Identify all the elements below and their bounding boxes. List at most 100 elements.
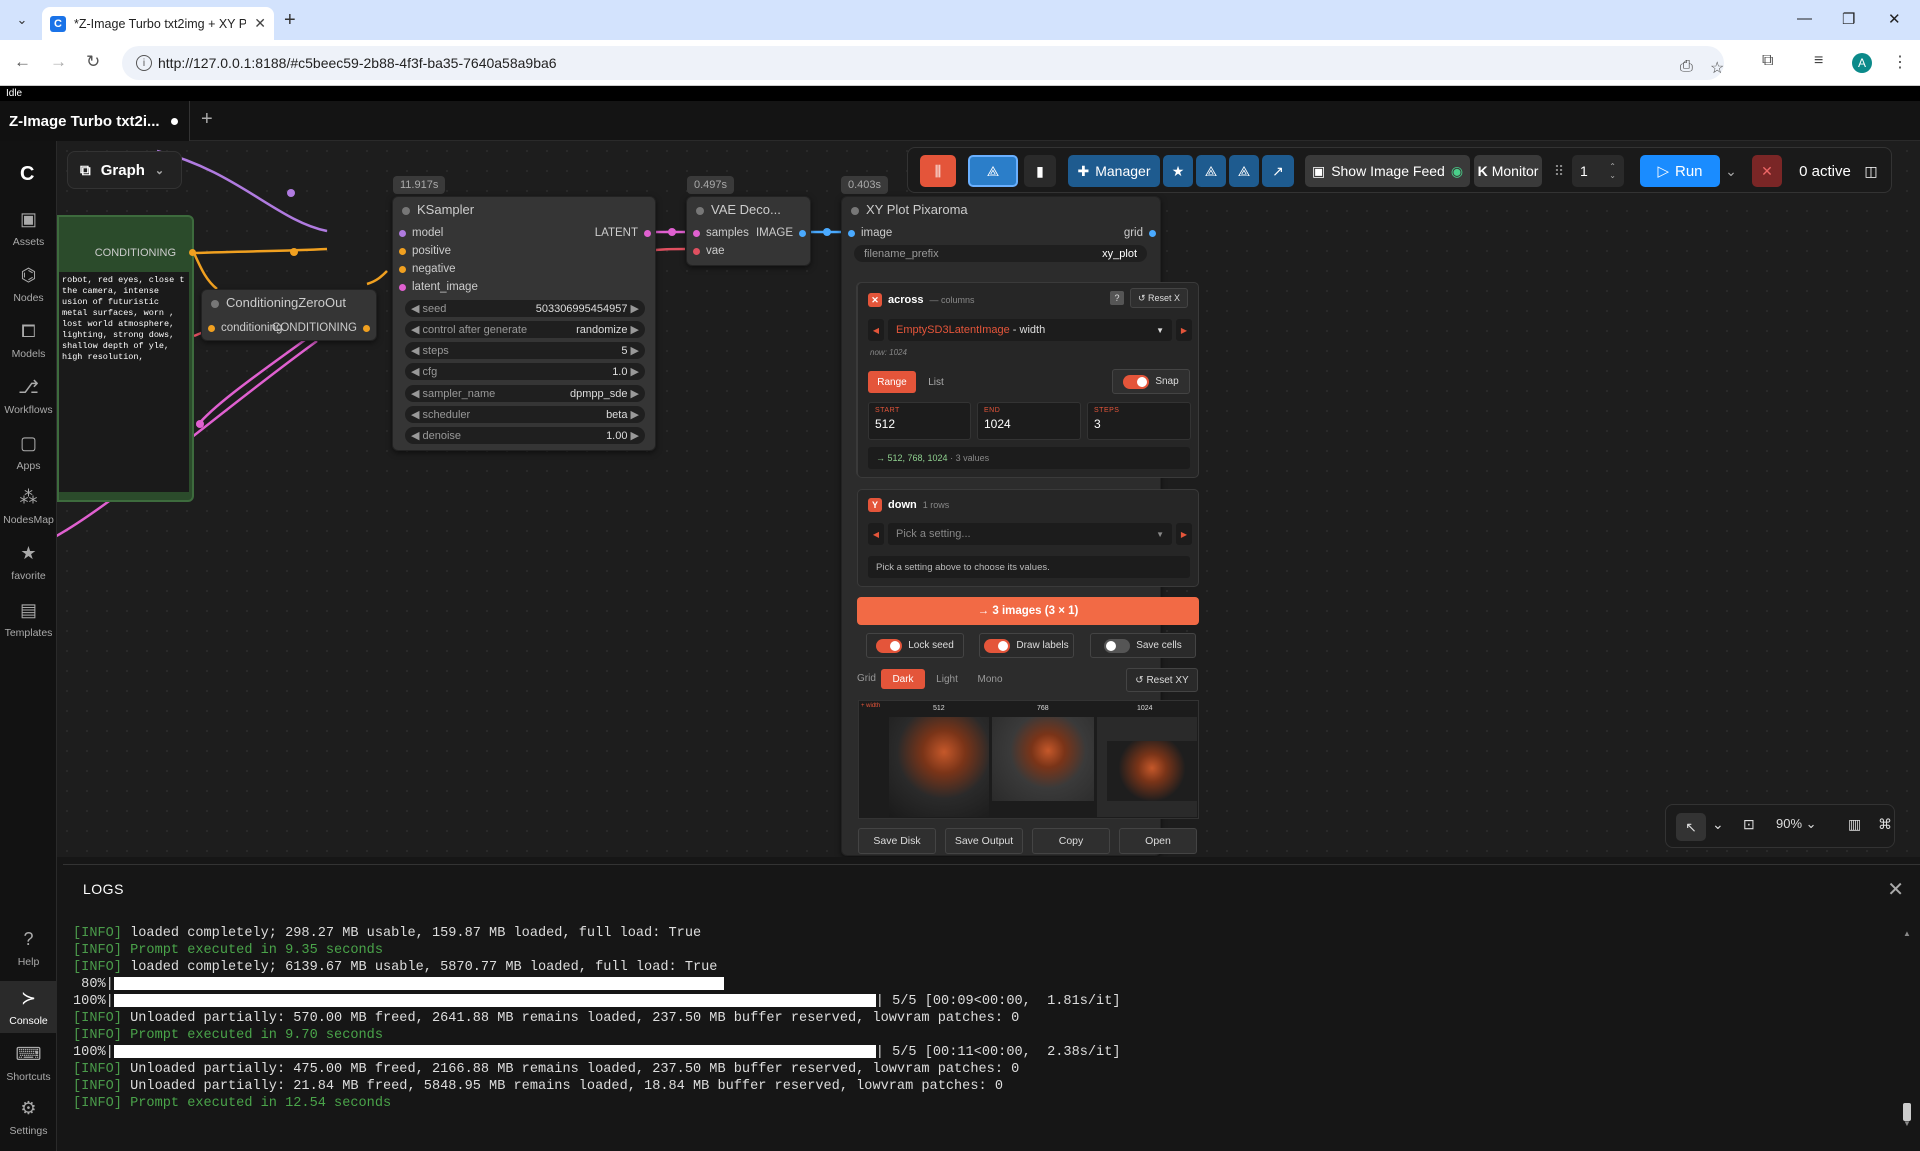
scheduler-widget[interactable]: ◀ scheduler beta ▶ [405, 406, 645, 423]
prev-setting-icon[interactable]: ◀ [868, 523, 884, 545]
help-icon[interactable]: ? [1110, 291, 1124, 305]
install-app-icon[interactable]: ⎙ [1680, 58, 1693, 76]
link-visibility-icon[interactable]: ⌘ [1878, 816, 1892, 833]
lock-seed-switch[interactable] [876, 638, 903, 653]
sidebar-item-assets[interactable]: ▣ Assets [0, 209, 57, 248]
bookmark-icon[interactable]: ▮ [1024, 155, 1056, 187]
sidebar-item-help[interactable]: ? Help [0, 929, 57, 968]
down-setting-select[interactable]: Pick a setting... ▼ [888, 523, 1172, 545]
copy-button[interactable]: Copy [1032, 828, 1110, 854]
sidebar-item-workflows[interactable]: ⎇ Workflows [0, 377, 57, 416]
monitor-button[interactable]: K Monitor [1474, 155, 1542, 187]
image-output-slot[interactable]: IMAGE [756, 227, 806, 239]
range-mode-button[interactable]: Range [868, 371, 916, 393]
steps-field[interactable]: STEPS3 [1087, 402, 1191, 440]
star-icon[interactable]: ★ [1163, 155, 1193, 187]
sidebar-item-nodesmap[interactable]: ⁂ NodesMap [0, 487, 57, 526]
bookmark-star-icon[interactable]: ☆ [1710, 58, 1724, 78]
snap-toggle[interactable]: Snap [1112, 369, 1190, 394]
media-icon[interactable]: ≡ [1814, 52, 1823, 70]
sampler-name-widget[interactable]: ◀ sampler_name dpmpp_sde ▶ [405, 385, 645, 402]
close-window-icon[interactable]: ✕ [1888, 10, 1901, 28]
reset-xy-button[interactable]: ↺ Reset XY [1126, 668, 1198, 692]
close-tab-icon[interactable]: ✕ [254, 15, 266, 32]
graph-menu-button[interactable]: ⧉ Graph ⌄ [67, 151, 182, 189]
sidebar-item-nodes[interactable]: ⌬ Nodes [0, 265, 57, 304]
translate-alt-icon[interactable]: ⟁ [1229, 155, 1259, 187]
browser-menu-icon[interactable]: ⋮ [1892, 52, 1908, 72]
draw-labels-switch[interactable] [984, 638, 1011, 653]
conditioning-zero-out-node[interactable]: ConditioningZeroOut conditioning CONDITI… [201, 289, 377, 341]
next-setting-icon[interactable]: ▶ [1176, 523, 1192, 545]
prev-setting-icon[interactable]: ◀ [868, 319, 884, 341]
latent-output-slot[interactable]: LATENT [595, 227, 651, 239]
save-disk-button[interactable]: Save Disk [858, 828, 936, 854]
pointer-icon[interactable]: ↖ [1676, 813, 1706, 841]
latent-input-slot[interactable]: latent_image [399, 281, 478, 293]
denoise-widget[interactable]: ◀ denoise 1.00 ▶ [405, 427, 645, 444]
sidebar-item-favorite[interactable]: ★ favorite [0, 543, 57, 582]
save-cells-toggle[interactable]: Save cells [1090, 633, 1196, 658]
minimize-icon[interactable]: — [1797, 10, 1812, 27]
show-image-feed-button[interactable]: ▣ Show Image Feed ◉ [1305, 155, 1470, 187]
sidebar-item-models[interactable]: ⧠ Models [0, 321, 57, 360]
conditioning-output-dot[interactable] [189, 249, 196, 256]
extensions-icon[interactable]: ⧉ [1762, 52, 1773, 70]
log-output[interactable]: [INFO] loaded completely; 298.27 MB usab… [73, 925, 1893, 1112]
snap-switch[interactable] [1123, 374, 1150, 389]
translate-icon[interactable]: ⟁ [1196, 155, 1226, 187]
restore-icon[interactable]: ❐ [1842, 10, 1855, 28]
next-setting-icon[interactable]: ▶ [1176, 319, 1192, 341]
prompt-textarea[interactable]: robot, red eyes, close t the camera, int… [59, 272, 189, 492]
sidebar-item-settings[interactable]: ⚙ Settings [0, 1098, 57, 1137]
steps-widget[interactable]: ◀ steps 5 ▶ [405, 342, 645, 359]
back-icon[interactable]: ← [14, 52, 31, 72]
lock-seed-toggle[interactable]: Lock seed [866, 633, 964, 658]
grid-output-slot[interactable]: grid [1124, 227, 1156, 239]
active-queue-button[interactable]: 0 active [1790, 155, 1860, 187]
image-input-slot[interactable]: image [848, 227, 892, 239]
forward-icon[interactable]: → [50, 52, 67, 72]
site-info-icon[interactable]: i [136, 55, 152, 71]
sidebar-item-apps[interactable]: ▢ Apps [0, 433, 57, 472]
workflow-tab[interactable]: Z-Image Turbo txt2i... [0, 101, 190, 141]
profile-avatar[interactable]: A [1852, 53, 1872, 73]
open-button[interactable]: Open [1119, 828, 1197, 854]
sidebar-item-console[interactable]: ≻ Console [0, 981, 57, 1033]
grid-mono-button[interactable]: Mono [969, 669, 1011, 689]
cancel-icon[interactable]: ✕ [1752, 155, 1782, 187]
new-workflow-icon[interactable]: + [201, 108, 213, 131]
end-field[interactable]: END1024 [977, 402, 1081, 440]
pointer-chevron-icon[interactable]: ⌄ [1712, 816, 1724, 833]
positive-input-slot[interactable]: positive [399, 245, 451, 257]
drag-handle-icon[interactable]: ⠿ [1552, 155, 1566, 187]
fit-view-icon[interactable]: ⊡ [1743, 816, 1755, 833]
toggle-panel-icon[interactable]: ◫ [1856, 155, 1886, 187]
audio-icon[interactable]: ⫼ [920, 155, 956, 187]
zoom-level[interactable]: 90% ⌄ [1776, 816, 1817, 832]
url-field[interactable]: i http://127.0.0.1:8188/#c5beec59-2b88-4… [122, 46, 1724, 80]
cfg-widget[interactable]: ◀ cfg 1.0 ▶ [405, 363, 645, 380]
reload-icon[interactable]: ↻ [86, 52, 100, 72]
run-options-chevron-icon[interactable]: ⌄ [1722, 155, 1740, 187]
start-field[interactable]: START512 [868, 402, 971, 440]
sidebar-item-shortcuts[interactable]: ⌨ Shortcuts [0, 1044, 57, 1083]
list-mode-button[interactable]: List [920, 371, 952, 393]
comfy-logo-icon[interactable]: C [20, 163, 34, 186]
grid-light-button[interactable]: Light [929, 669, 965, 689]
across-setting-select[interactable]: EmptySD3LatentImage - width▼ [888, 319, 1172, 341]
grid-dark-button[interactable]: Dark [881, 669, 925, 689]
ksampler-node[interactable]: KSampler model positive negative latent_… [392, 196, 656, 451]
xy-grid-preview[interactable]: + width 512 768 1024 [858, 700, 1199, 819]
logs-scrollbar[interactable]: ▲ ▼ [1902, 929, 1912, 1129]
model-input-slot[interactable]: model [399, 227, 443, 239]
samples-input-slot[interactable]: samples [693, 227, 749, 239]
generate-images-button[interactable]: → 3 images (3 × 1) [857, 597, 1199, 625]
save-cells-switch[interactable] [1104, 638, 1131, 653]
prompt-node[interactable]: CONDITIONING robot, red eyes, close t th… [57, 215, 196, 502]
tab-search-chevron-icon[interactable]: ⌄ [10, 8, 34, 32]
sidebar-item-templates[interactable]: ▤ Templates [0, 600, 57, 639]
vae-decode-node[interactable]: VAE Deco... samples vae IMAGE [686, 196, 811, 266]
browser-tab[interactable]: C *Z-Image Turbo txt2img + XY P ✕ [42, 7, 274, 40]
control-after-generate-widget[interactable]: ◀ control after generate randomize ▶ [405, 321, 645, 338]
